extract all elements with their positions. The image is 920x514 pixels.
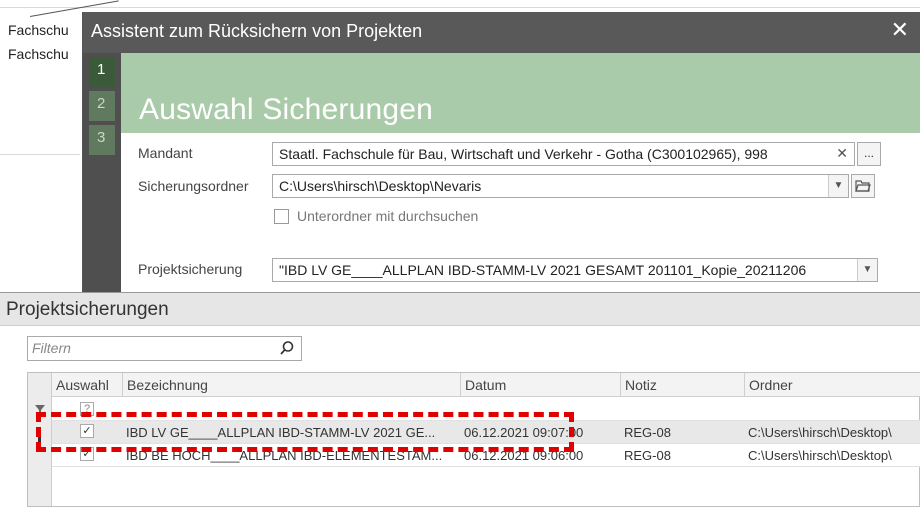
mandant-value: Staatl. Fachschule für Bau, Wirtschaft u… [279, 146, 768, 162]
chevron-down-icon[interactable]: ▼ [857, 259, 877, 281]
projektsicherung-value: "IBD LV GE____ALLPLAN IBD-STAMM-LV 2021 … [279, 262, 807, 278]
background-toolbar [0, 0, 920, 8]
sicherungsordner-field[interactable]: C:\Users\hirsch\Desktop\Nevaris ▼ [272, 174, 849, 198]
wizard-step-3[interactable]: 3 [89, 125, 115, 155]
sicherungsordner-label: Sicherungsordner [138, 178, 249, 194]
cell-ordner: C:\Users\hirsch\Desktop\ [748, 448, 892, 463]
folder-open-button[interactable] [851, 174, 875, 198]
unterordner-checkbox[interactable] [274, 209, 289, 224]
search-icon[interactable] [279, 340, 295, 356]
wizard-step-2[interactable]: 2 [89, 91, 115, 121]
column-header-notiz[interactable]: Notiz [620, 373, 744, 397]
panel-title: Projektsicherungen [6, 299, 169, 320]
column-header-ordner[interactable]: Ordner [744, 373, 920, 397]
wizard-steps: 1 2 3 [83, 53, 121, 292]
column-header-datum[interactable]: Datum [460, 373, 620, 397]
column-header-bezeichnung[interactable]: Bezeichnung [122, 373, 460, 397]
dialog-titlebar: Assistent zum Rücksichern von Projekten … [83, 12, 920, 53]
background-divider [0, 154, 80, 155]
table-header: Auswahl Bezeichnung Datum Notiz Ordner [52, 373, 920, 397]
background-row[interactable]: Fachschu [8, 46, 69, 62]
background-row[interactable]: Fachschu [8, 22, 69, 38]
mandant-field[interactable]: Staatl. Fachschule für Bau, Wirtschaft u… [272, 142, 855, 166]
page-title: Auswahl Sicherungen [139, 93, 433, 126]
chevron-down-icon[interactable]: ▼ [828, 175, 848, 197]
folder-open-icon [855, 180, 871, 192]
dialog-title: Assistent zum Rücksichern von Projekten [91, 21, 423, 41]
sicherungsordner-value: C:\Users\hirsch\Desktop\Nevaris [279, 178, 482, 194]
step-banner: Auswahl Sicherungen [121, 53, 920, 133]
cell-ordner: C:\Users\hirsch\Desktop\ [748, 425, 892, 440]
mandant-label: Mandant [138, 145, 193, 161]
close-icon[interactable]: ✕ [891, 17, 909, 43]
panel-header: Projektsicherungen [0, 293, 920, 326]
highlight-annotation [36, 412, 574, 452]
projektsicherungen-panel: Projektsicherungen Filtern Auswahl Bezei… [0, 292, 920, 514]
mandant-browse-button[interactable]: ... [857, 142, 881, 166]
unterordner-label: Unterordner mit durchsuchen [297, 208, 479, 224]
column-header-auswahl[interactable]: Auswahl [52, 373, 122, 397]
projektsicherung-field[interactable]: "IBD LV GE____ALLPLAN IBD-STAMM-LV 2021 … [272, 258, 878, 282]
cell-notiz: REG-08 [624, 425, 671, 440]
wizard-step-1[interactable]: 1 [89, 57, 115, 87]
restore-projects-dialog: Assistent zum Rücksichern von Projekten … [82, 12, 920, 292]
filter-placeholder: Filtern [32, 340, 71, 356]
clear-icon[interactable]: ✕ [836, 145, 848, 162]
projektsicherung-label: Projektsicherung [138, 261, 243, 277]
cell-notiz: REG-08 [624, 448, 671, 463]
filter-input[interactable]: Filtern [27, 336, 302, 361]
